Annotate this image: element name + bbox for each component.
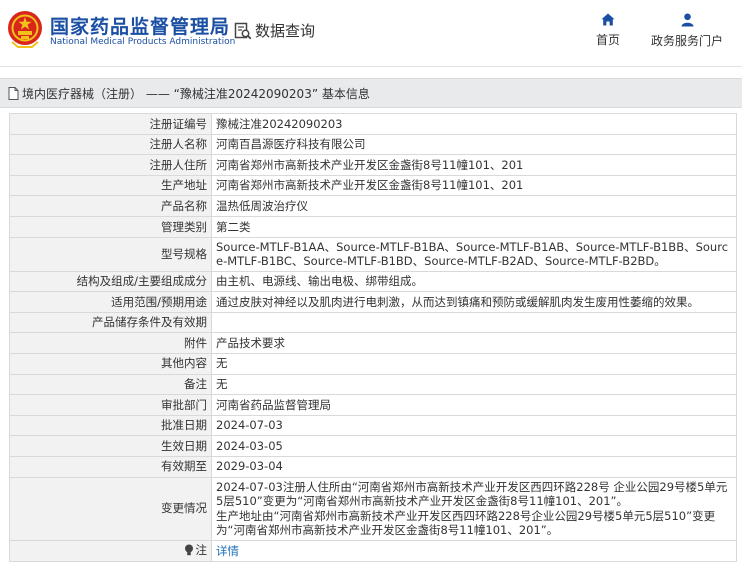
info-row: 结构及组成/主要组成成分 由主机、电源线、输出电极、绑带组成。 [9,270,737,293]
info-row: 有效期至 2029-03-04 [9,455,737,478]
home-icon [601,13,615,26]
field-value: Source-MTLF-B1AA、Source-MTLF-B1BA、Source… [211,236,737,272]
info-row: 产品储存条件及有效期 [9,311,737,334]
info-row: 产品名称 温热低周波治疗仪 [9,195,737,217]
field-label: 其他内容 [9,352,212,375]
field-value: 河南省郑州市高新技术产业开发区金盏街8号11幢101、201 [211,154,737,176]
user-icon [681,13,693,27]
info-row: 注册证编号 豫械注准20242090203 [9,113,737,135]
info-row: 批准日期 2024-07-03 [9,414,737,437]
field-value: 通过皮肤对神经以及肌肉进行电刺激，从而达到镇痛和预防或缓解肌肉发生废用性萎缩的效… [211,291,737,313]
field-label: 有效期至 [9,455,212,478]
field-value: 由主机、电源线、输出电极、绑带组成。 [211,270,737,293]
field-label: 生效日期 [9,435,212,457]
info-row: 变更情况 2024-07-03注册人住所由“河南省郑州市高新技术产业开发区西四环路… [9,476,737,541]
breadcrumb-text: 境内医疗器械（注册） —— “豫械注准20242090203” 基本信息 [22,86,370,101]
field-label: 产品名称 [9,195,212,217]
data-query-link[interactable]: 数据查询 [234,20,315,41]
field-value: 豫械注准20242090203 [211,113,737,135]
note-label: 注 [195,542,208,557]
site-title: 国家药品监督管理局 [50,16,231,38]
breadcrumb: 境内医疗器械（注册） —— “豫械注准20242090203” 基本信息 [0,78,742,108]
field-value: 2024-07-03注册人住所由“河南省郑州市高新技术产业开发区西四环路228号… [211,476,737,541]
field-label: 注册人住所 [9,154,212,176]
field-label: 审批部门 [9,394,212,416]
field-value: 产品技术要求 [211,332,737,354]
site-header: 国家药品监督管理局 National Medical Products Admi… [0,0,742,67]
field-label: 型号规格 [9,236,212,272]
info-row: 生效日期 2024-03-05 [9,435,737,457]
info-row: 注册人住所 河南省郑州市高新技术产业开发区金盏街8号11幢101、201 [9,154,737,176]
national-emblem-icon [8,11,42,48]
field-label: 注册人名称 [9,133,212,156]
nav-home-label: 首页 [596,33,621,47]
field-label: 变更情况 [9,476,212,541]
note-row: 注详情 [9,539,737,563]
field-label: 适用范围/预期用途 [9,291,212,313]
field-label: 产品储存条件及有效期 [9,311,212,334]
data-query-label: 数据查询 [255,22,316,40]
nav-services-portal[interactable]: 政务服务门户 [651,13,723,49]
note-label-cell: 注 [9,539,212,563]
field-label: 附件 [9,332,212,354]
lightbulb-icon [184,544,193,555]
field-value: 温热低周波治疗仪 [211,195,737,217]
nav-home[interactable]: 首页 [596,13,620,48]
field-value [211,311,737,334]
field-value: 2024-07-03 [211,414,737,437]
info-row: 管理类别 第二类 [9,215,737,238]
info-row: 注册人名称 河南百昌源医疗科技有限公司 [9,133,737,156]
info-row: 审批部门 河南省药品监督管理局 [9,394,737,416]
info-row: 生产地址 河南省郑州市高新技术产业开发区金盏街8号11幢101、201 [9,174,737,197]
info-row: 适用范围/预期用途 通过皮肤对神经以及肌肉进行电刺激，从而达到镇痛和预防或缓解肌肉… [9,291,737,313]
field-label: 结构及组成/主要组成成分 [9,270,212,293]
field-value: 无 [211,373,737,396]
document-icon [8,86,19,100]
field-value: 无 [211,352,737,375]
info-row: 其他内容无 [9,352,737,375]
field-value: 2029-03-04 [211,455,737,478]
note-value-cell: 详情 [211,539,737,563]
info-row: 型号规格 Source-MTLF-B1AA、Source-MTLF-B1BA、So… [9,236,737,272]
data-search-icon [234,22,252,39]
field-value: 河南省药品监督管理局 [211,394,737,416]
details-link[interactable]: 详情 [216,544,239,558]
nav-services-label: 政务服务门户 [651,34,724,48]
info-row: 附件 产品技术要求 [9,332,737,354]
info-table-body: 注册证编号 豫械注准20242090203 注册人名称 河南百昌源医疗科技有限公司 注册… [9,113,737,563]
device-info-table: 注册证编号 豫械注准20242090203 注册人名称 河南百昌源医疗科技有限公司 注册… [9,113,737,563]
field-label: 批准日期 [9,414,212,437]
field-label: 生产地址 [9,174,212,197]
field-value: 河南百昌源医疗科技有限公司 [211,133,737,156]
field-value: 第二类 [211,215,737,238]
field-label: 注册证编号 [9,113,212,135]
info-row: 备注无 [9,373,737,396]
field-label: 备注 [9,373,212,396]
site-subtitle: National Medical Products Administration [50,37,236,47]
field-label: 管理类别 [9,215,212,238]
field-value: 2024-03-05 [211,435,737,457]
field-value: 河南省郑州市高新技术产业开发区金盏街8号11幢101、201 [211,174,737,197]
